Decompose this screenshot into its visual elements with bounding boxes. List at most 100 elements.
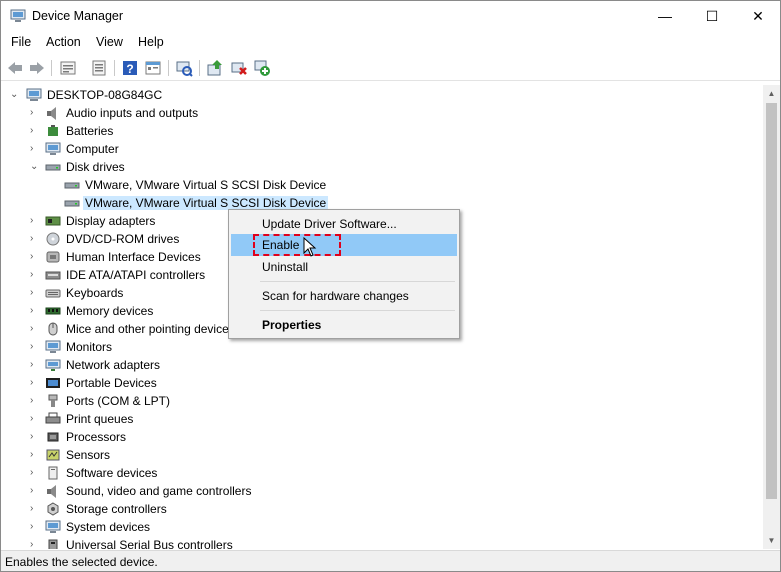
mouse-icon — [48, 322, 58, 336]
display-adapter-icon — [45, 216, 61, 226]
maximize-button[interactable]: ☐ — [689, 1, 735, 31]
update-driver-software-icon[interactable] — [206, 59, 224, 77]
tree-category-label: Print queues — [66, 412, 134, 426]
context-item-scan-hardware[interactable]: Scan for hardware changes — [231, 285, 457, 307]
expand-chevron-icon[interactable]: › — [30, 323, 40, 335]
tree-category-label: DVD/CD-ROM drives — [66, 232, 180, 246]
disk-icon — [45, 164, 61, 171]
tree-root[interactable]: ⌄ DESKTOP-08G84GC — [1, 86, 763, 104]
tree-root-label: DESKTOP-08G84GC — [47, 88, 163, 102]
device-manager-app-icon — [10, 9, 26, 22]
expand-chevron-icon[interactable]: › — [30, 143, 40, 155]
minimize-button[interactable]: — — [642, 1, 688, 31]
show-hidden-icon[interactable] — [144, 59, 162, 77]
context-item-label: Properties — [262, 318, 322, 332]
context-menu-separator — [260, 281, 455, 282]
tree-category-row[interactable]: › Processors — [1, 428, 763, 446]
vertical-scrollbar[interactable]: ▲ ▼ — [763, 85, 780, 549]
toolbar-separator — [168, 60, 169, 76]
context-item-uninstall[interactable]: Uninstall — [231, 256, 457, 278]
disk-device-icon — [64, 182, 80, 189]
context-item-label: Scan for hardware changes — [262, 289, 409, 303]
expand-chevron-icon[interactable]: › — [30, 467, 40, 479]
tree-category-row[interactable]: › System devices — [1, 518, 763, 536]
portable-device-icon — [46, 378, 60, 388]
context-item-properties[interactable]: Properties — [231, 314, 457, 336]
toolbar-separator — [114, 60, 115, 76]
menu-file[interactable]: File — [11, 35, 31, 49]
expand-chevron-icon[interactable]: › — [30, 251, 40, 263]
tree-category-row[interactable]: › Sensors — [1, 446, 763, 464]
tree-category-row[interactable]: › Audio inputs and outputs — [1, 104, 763, 122]
expand-chevron-icon[interactable]: › — [30, 431, 40, 443]
tree-category-label: Display adapters — [66, 214, 156, 228]
enable-device-icon[interactable] — [253, 59, 271, 77]
printer-icon — [45, 412, 61, 424]
sensor-icon — [46, 449, 60, 461]
ide-icon — [45, 271, 61, 280]
expand-chevron-icon[interactable]: › — [30, 539, 40, 549]
tree-category-row[interactable]: › Portable Devices — [1, 374, 763, 392]
expand-chevron-icon[interactable]: › — [30, 449, 40, 461]
tree-category-row[interactable]: › Ports (COM & LPT) — [1, 392, 763, 410]
tree-category-row[interactable]: › Universal Serial Bus controllers — [1, 536, 763, 549]
tree-category-row[interactable]: › Print queues — [1, 410, 763, 428]
tree-category-label: Memory devices — [66, 304, 154, 318]
monitor-icon — [45, 142, 61, 155]
tree-category-label: Software devices — [66, 466, 158, 480]
close-icon: ✕ — [752, 7, 764, 24]
tree-category-row[interactable]: › Network adapters — [1, 356, 763, 374]
title-bar: Device Manager — ☐ ✕ — [1, 1, 780, 31]
tree-category-row[interactable]: › Storage controllers — [1, 500, 763, 518]
expand-chevron-icon[interactable]: › — [30, 341, 40, 353]
expand-chevron-icon[interactable]: › — [30, 395, 40, 407]
expand-chevron-icon[interactable]: › — [30, 107, 40, 119]
expand-chevron-icon[interactable]: › — [30, 215, 40, 227]
menu-bar: File Action View Help — [1, 32, 780, 54]
tree-category-label: IDE ATA/ATAPI controllers — [66, 268, 206, 282]
back-icon[interactable] — [6, 59, 24, 77]
expand-chevron-icon[interactable]: › — [30, 269, 40, 281]
expand-chevron-icon[interactable]: › — [30, 413, 40, 425]
system-icon — [45, 520, 61, 533]
tree-category-label: Batteries — [66, 124, 114, 138]
expand-chevron-icon[interactable]: › — [30, 521, 40, 533]
speaker-icon — [47, 107, 56, 120]
expand-chevron-icon[interactable]: › — [30, 125, 40, 137]
close-button[interactable]: ✕ — [735, 1, 781, 31]
collapse-chevron-icon[interactable]: ⌄ — [10, 89, 20, 101]
tree-category-row[interactable]: › Sound, video and game controllers — [1, 482, 763, 500]
menu-action[interactable]: Action — [46, 35, 81, 49]
tree-category-label: Processors — [66, 430, 127, 444]
toolbar-separator — [199, 60, 200, 76]
tree-category-row[interactable]: › Computer — [1, 140, 763, 158]
scrollbar-thumb[interactable] — [766, 103, 777, 499]
collapse-chevron-icon[interactable]: ⌄ — [30, 161, 40, 173]
update-driver-icon[interactable] — [90, 59, 108, 77]
tree-category-row[interactable]: › Monitors — [1, 338, 763, 356]
expand-chevron-icon[interactable]: › — [30, 233, 40, 245]
scroll-down-arrow-icon[interactable]: ▼ — [763, 532, 780, 549]
uninstall-icon[interactable] — [230, 59, 248, 77]
expand-chevron-icon[interactable]: › — [30, 287, 40, 299]
expand-chevron-icon[interactable]: › — [30, 485, 40, 497]
disk-device-row[interactable]: VMware, VMware Virtual S SCSI Disk Devic… — [1, 176, 763, 194]
tree-category-label: Storage controllers — [66, 502, 167, 516]
monitor-icon — [45, 340, 61, 353]
menu-help[interactable]: Help — [138, 35, 164, 49]
help-icon[interactable]: ? — [121, 59, 139, 77]
forward-icon[interactable] — [28, 59, 46, 77]
expand-chevron-icon[interactable]: › — [30, 377, 40, 389]
scroll-up-arrow-icon[interactable]: ▲ — [763, 85, 780, 102]
expand-chevron-icon[interactable]: › — [30, 359, 40, 371]
tree-category-row[interactable]: › Software devices — [1, 464, 763, 482]
menu-view[interactable]: View — [96, 35, 123, 49]
expand-chevron-icon[interactable]: › — [30, 503, 40, 515]
expand-chevron-icon[interactable]: › — [30, 305, 40, 317]
scan-hardware-icon[interactable] — [175, 59, 193, 77]
tree-category-row[interactable]: ⌄ Disk drives — [1, 158, 763, 176]
keyboard-icon — [45, 289, 61, 298]
properties-icon[interactable] — [59, 59, 77, 77]
tree-category-row[interactable]: › Batteries — [1, 122, 763, 140]
context-item-update-driver[interactable]: Update Driver Software... — [231, 213, 457, 235]
